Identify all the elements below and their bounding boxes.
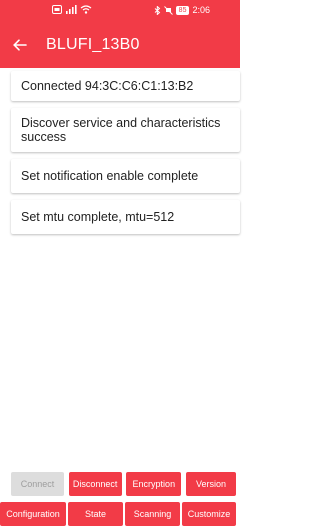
- scanning-button[interactable]: Scanning: [125, 502, 180, 526]
- page-title: BLUFI_13B0: [46, 36, 140, 53]
- battery-indicator: 85: [175, 5, 190, 15]
- configuration-button[interactable]: Configuration: [0, 502, 66, 526]
- mute-icon: [163, 5, 173, 15]
- customize-button[interactable]: Customize: [182, 502, 236, 526]
- back-button[interactable]: [0, 22, 40, 68]
- disconnect-button[interactable]: Disconnect: [68, 472, 122, 496]
- status-right-icons: 85 2:06: [154, 5, 210, 15]
- wifi-icon: [80, 5, 92, 14]
- status-left-icons: [52, 5, 92, 14]
- bluetooth-icon: [154, 5, 160, 15]
- log-item: Discover service and characteristics suc…: [11, 108, 240, 152]
- log-item: Set mtu complete, mtu=512: [11, 200, 240, 234]
- log-item: Connected 94:3C:C6:C1:13:B2: [11, 71, 240, 101]
- button-row-primary: Connect Disconnect Encryption Version: [0, 472, 240, 496]
- encryption-button[interactable]: Encryption: [126, 472, 182, 496]
- connect-button[interactable]: Connect: [11, 472, 64, 496]
- state-button[interactable]: State: [68, 502, 123, 526]
- status-bar: 85 2:06: [0, 0, 240, 22]
- log-list: Connected 94:3C:C6:C1:13:B2 Discover ser…: [11, 71, 240, 241]
- version-button[interactable]: Version: [185, 472, 236, 496]
- cellular-signal-icon: [66, 5, 77, 14]
- button-row-secondary: Configuration State Scanning Customize: [0, 502, 240, 526]
- notification-icon: [52, 5, 62, 14]
- app-bar: BLUFI_13B0: [0, 22, 240, 68]
- status-time: 2:06: [192, 5, 210, 15]
- log-item: Set notification enable complete: [11, 159, 240, 193]
- back-arrow-icon: [13, 39, 27, 51]
